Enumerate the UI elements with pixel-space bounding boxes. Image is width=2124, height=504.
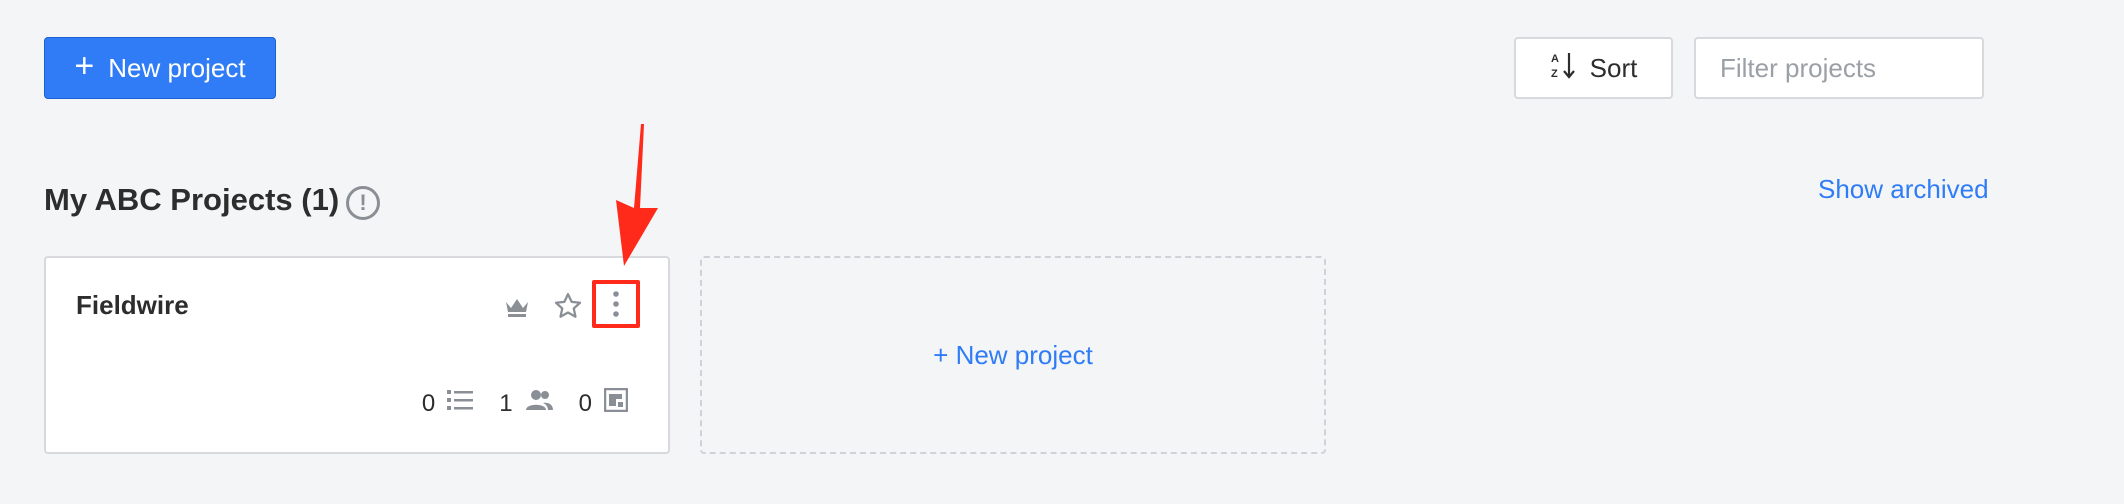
list-icon: [447, 389, 474, 418]
tasks-count: 0: [421, 389, 436, 417]
sort-alpha-icon: A Z: [1550, 50, 1576, 87]
sort-button[interactable]: A Z Sort: [1514, 37, 1673, 99]
project-name: Fieldwire: [76, 290, 189, 320]
more-options-button[interactable]: [592, 280, 640, 328]
plans-icon: [603, 387, 629, 419]
project-card[interactable]: Fieldwire 0 1 0: [44, 256, 670, 454]
people-count: 1: [499, 389, 513, 417]
svg-text:A: A: [1551, 53, 1559, 65]
sort-label: Sort: [1589, 52, 1638, 83]
new-project-card-label: + New project: [933, 339, 1093, 370]
show-archived-link[interactable]: Show archived: [1818, 174, 1989, 205]
plans-stat: 0: [578, 387, 629, 419]
tasks-stat: 0: [421, 389, 474, 418]
svg-text:Z: Z: [1551, 68, 1558, 80]
crown-icon: [502, 292, 532, 322]
new-project-button[interactable]: + New project: [44, 37, 276, 99]
project-stats: 0 1 0: [396, 387, 629, 419]
star-icon[interactable]: [552, 290, 584, 322]
section-title: My ABC Projects (1): [44, 182, 340, 217]
annotation-arrow: [616, 124, 658, 266]
people-icon: [525, 389, 553, 418]
more-vertical-icon: [613, 291, 619, 317]
new-project-label: New project: [108, 52, 246, 83]
plus-icon: +: [74, 47, 95, 85]
plans-count: 0: [578, 389, 592, 417]
people-stat: 1: [499, 389, 553, 418]
new-project-card[interactable]: + New project: [700, 256, 1326, 454]
info-icon[interactable]: !: [346, 186, 380, 220]
filter-projects-input[interactable]: [1694, 37, 1984, 99]
